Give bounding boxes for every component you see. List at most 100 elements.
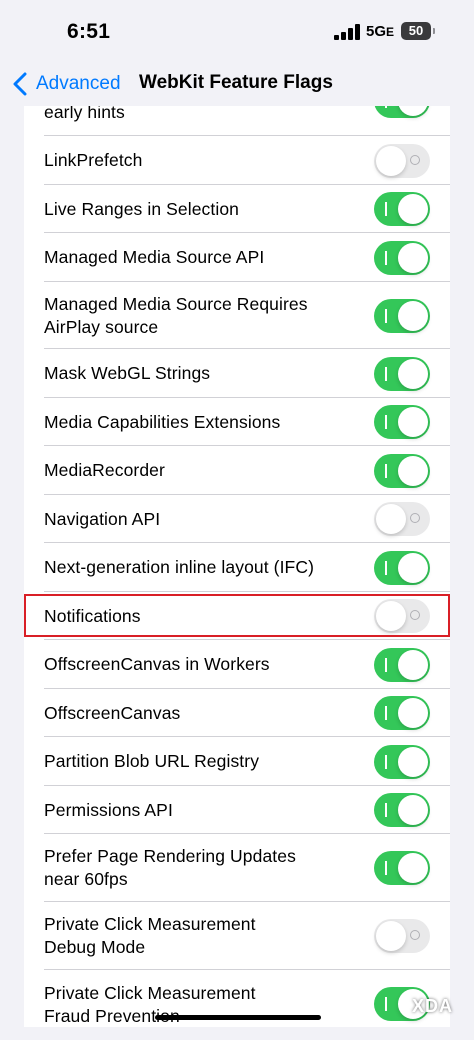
toggle-on-indicator-icon — [385, 706, 387, 720]
flag-label: OffscreenCanvas — [44, 702, 180, 725]
toggle-on-indicator-icon — [385, 560, 387, 575]
page-title: WebKit Feature Flags — [139, 72, 333, 93]
flag-label: Mask WebGL Strings — [44, 362, 210, 385]
flag-toggle-switch[interactable] — [374, 793, 430, 827]
flag-label: Managed Media Source API — [44, 246, 264, 269]
flag-label-line: LinkPrefetch — [44, 150, 143, 170]
toggle-off-indicator-icon — [410, 154, 420, 165]
flag-row: OffscreenCanvas in Workers — [24, 640, 450, 689]
flag-toggle-switch[interactable] — [374, 356, 430, 391]
toggle-knob — [398, 853, 428, 883]
flag-label: Next-generation inline layout (IFC) — [44, 556, 314, 579]
flag-toggle-switch[interactable] — [374, 240, 430, 275]
battery-icon: 50 — [401, 22, 435, 40]
battery-level: 50 — [408, 23, 424, 38]
toggle-knob — [398, 358, 428, 389]
flag-label-line: Managed Media Source API — [44, 247, 265, 267]
flag-label: LinkPrefetch — [44, 149, 142, 172]
flag-toggle-switch[interactable] — [374, 696, 430, 730]
flag-row: Managed Media Source Requires AirPlay sou… — [24, 282, 450, 349]
flag-row: Notifications — [24, 592, 450, 640]
toggle-on-indicator-icon — [385, 861, 387, 875]
toggle-knob — [398, 300, 428, 331]
toggle-on-indicator-icon — [385, 754, 387, 769]
flag-label-line: Private Click Measurement — [44, 983, 256, 1003]
flag-label-line: Next-generation inline layout (IFC) — [44, 557, 315, 577]
flag-label-line: AirPlay source — [44, 316, 159, 337]
flag-label-line: OffscreenCanvas in Workers — [44, 654, 270, 674]
flag-label-line: Private Click Measurement — [44, 914, 256, 934]
flag-row: Private Click Measurement Fraud Preventio… — [24, 970, 450, 1040]
flag-label-line: Notifications — [44, 605, 141, 626]
flag-row: Live Ranges in Selection — [24, 185, 450, 233]
flag-toggle-switch[interactable] — [374, 550, 430, 585]
flag-row: Prefer Page Rendering Updates near 60fps — [24, 834, 450, 902]
flag-toggle-switch[interactable] — [374, 502, 430, 536]
back-button[interactable]: Advanced — [12, 70, 121, 98]
flag-label: Permissions API — [44, 799, 173, 822]
flag-toggle-switch[interactable] — [374, 143, 430, 178]
flag-toggle-switch[interactable] — [374, 453, 430, 488]
flag-row: Managed Media Source API — [24, 233, 450, 282]
flag-label: Managed Media Source Requires AirPlay sou… — [44, 293, 308, 339]
flag-label: Notifications — [44, 605, 141, 628]
flag-label-line: Navigation API — [44, 508, 161, 529]
flag-row: Media Capabilities Extensions — [24, 398, 450, 446]
toggle-knob — [376, 921, 406, 951]
toggle-on-indicator-icon — [385, 415, 387, 429]
flag-label-line: MediaRecorder — [44, 460, 165, 480]
flag-row: Partition Blob URL Registry — [24, 737, 450, 786]
toggle-knob — [398, 242, 428, 273]
flag-label-line: near 60fps — [44, 869, 128, 889]
flag-toggle-switch[interactable] — [374, 192, 430, 226]
flag-toggle-switch[interactable] — [374, 647, 430, 682]
toggle-knob — [398, 455, 428, 486]
chevron-left-icon — [13, 72, 27, 96]
flag-label: Private Click Measurement Fraud Preventio… — [44, 982, 256, 1028]
toggle-knob — [398, 698, 428, 728]
toggle-on-indicator-icon — [385, 803, 387, 817]
flag-toggle-switch[interactable] — [374, 599, 430, 633]
flag-toggle-switch[interactable] — [374, 405, 430, 439]
flag-toggle-switch[interactable] — [374, 919, 430, 953]
network-type: 5GE — [366, 23, 395, 40]
toggle-on-indicator-icon — [385, 366, 387, 381]
flag-label: OffscreenCanvas in Workers — [44, 653, 270, 676]
watermark-logo: XDA — [412, 996, 454, 1016]
flag-label-line: Permissions API — [44, 799, 173, 820]
toggle-off-indicator-icon — [410, 930, 420, 940]
flag-label: Partition Blob URL Registry — [44, 750, 259, 773]
toggle-on-indicator-icon — [385, 657, 387, 672]
home-indicator[interactable] — [155, 1015, 321, 1020]
feature-flag-list: early hints LinkPrefetch Live Ranges in Se… — [24, 0, 450, 1027]
toggle-on-indicator-icon — [385, 308, 387, 323]
toggle-knob — [398, 746, 428, 777]
flag-label: Live Ranges in Selection — [44, 198, 239, 221]
flag-label: Prefer Page Rendering Updates near 60fps — [44, 845, 296, 891]
toggle-on-indicator-icon — [385, 463, 387, 478]
toggle-knob — [398, 795, 428, 825]
toggle-on-indicator-icon — [385, 250, 387, 265]
toggle-knob — [398, 552, 428, 583]
toggle-knob — [398, 194, 428, 224]
toggle-off-indicator-icon — [410, 513, 420, 523]
toggle-on-indicator-icon — [385, 202, 387, 216]
flag-label: MediaRecorder — [44, 459, 165, 482]
toggle-on-indicator-icon — [385, 997, 387, 1011]
flag-row: MediaRecorder — [24, 446, 450, 495]
flag-label-line: OffscreenCanvas — [44, 702, 181, 723]
back-button-label: Advanced — [36, 73, 121, 94]
toggle-off-indicator-icon — [410, 610, 420, 620]
toggle-knob — [376, 601, 406, 631]
flag-row: Mask WebGL Strings — [24, 349, 450, 398]
flag-row: Next-generation inline layout (IFC) — [24, 543, 450, 592]
flag-row: Navigation API — [24, 495, 450, 543]
flag-toggle-switch[interactable] — [374, 298, 430, 333]
flag-label-line: Debug Mode — [44, 937, 146, 957]
flag-label-line: Partition Blob URL Registry — [44, 751, 260, 771]
cellular-signal-icon — [334, 24, 360, 40]
flag-toggle-switch[interactable] — [374, 851, 430, 885]
flag-label: Private Click Measurement Debug Mode — [44, 913, 256, 959]
flag-toggle-switch[interactable] — [374, 744, 430, 779]
flag-label-line: Prefer Page Rendering Updates — [44, 846, 296, 866]
